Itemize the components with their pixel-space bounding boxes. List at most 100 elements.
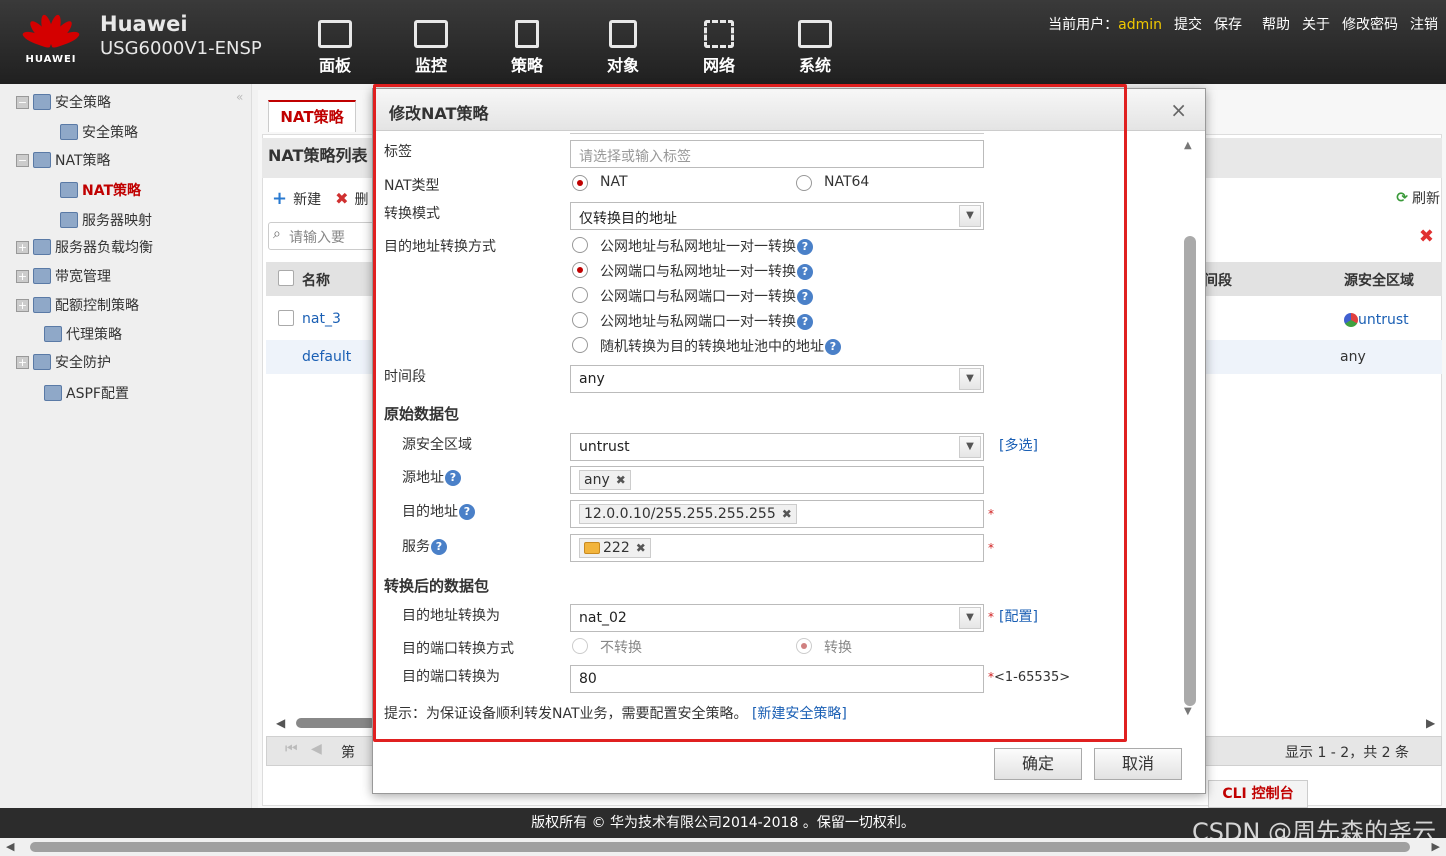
scroll-right-arrow-icon[interactable]: ▶ [1426,716,1435,730]
dst-to-select[interactable]: nat_02 ▼ [570,604,984,632]
close-icon[interactable]: × [1170,98,1187,122]
sidebar-item-security-protection[interactable]: + 安全防护 [16,352,111,372]
service-text: 服务 [402,539,430,555]
expand-toggle-icon[interactable]: + [16,240,29,254]
aspf-icon [44,385,62,401]
chevron-down-icon: ▼ [959,205,981,227]
dst-method-radio-5[interactable] [572,337,588,353]
tag-label: 标签 [384,144,412,160]
scroll-up-icon[interactable]: ▲ [1184,140,1192,151]
expand-toggle-icon[interactable]: + [16,355,29,369]
submit-link[interactable]: 提交 [1174,14,1202,34]
ok-button[interactable]: 确定 [994,748,1082,780]
nav-network[interactable]: 网络 [684,20,754,76]
dst-method-radio-2[interactable] [572,262,588,278]
dst-method-radio-4[interactable] [572,312,588,328]
port-to-label: 目的端口转换为 [402,669,500,685]
col-src-zone-header[interactable]: 源安全区域 [1344,270,1414,290]
scrollbar-thumb[interactable] [1184,236,1196,706]
select-all-checkbox[interactable] [278,270,294,286]
sidebar-item-security-policy[interactable]: 安全策略 [60,122,138,142]
nav-objects[interactable]: 对象 [588,20,658,76]
dialog-vertical-scrollbar[interactable]: ▲ ▼ [1184,140,1196,722]
scroll-left-arrow-icon[interactable]: ◀ [276,716,285,730]
sidebar-item-security-policy-group[interactable]: − 安全策略 [16,92,111,112]
change-password-link[interactable]: 修改密码 [1342,14,1398,34]
src-addr-input[interactable]: any ✖ [570,466,984,494]
table-row-name[interactable]: nat_3 [302,311,341,327]
nav-policy[interactable]: 策略 [492,20,562,76]
cancel-button[interactable]: 取消 [1094,748,1182,780]
cli-console-button[interactable]: CLI 控制台 [1208,780,1308,808]
about-link[interactable]: 关于 [1302,14,1330,34]
config-link[interactable]: [配置] [999,606,1038,626]
scroll-left-icon[interactable]: ◀ [6,840,14,853]
nat-type-nat64-radio[interactable] [796,175,812,191]
remove-chip-icon[interactable]: ✖ [636,541,646,555]
collapse-sidebar-icon[interactable]: « [236,90,243,104]
nav-network-label: 网络 [702,56,735,75]
help-link[interactable]: 帮助 [1262,14,1290,34]
port-to-input[interactable]: 80 [570,665,984,693]
multi-select-link[interactable]: [多选] [999,435,1038,455]
dst-method-radio-3[interactable] [572,287,588,303]
mode-select[interactable]: 仅转换目的地址 ▼ [570,202,984,230]
new-security-policy-link[interactable]: [新建安全策略] [752,706,847,722]
help-icon[interactable]: ? [797,264,813,280]
collapse-toggle-icon[interactable]: − [16,95,29,109]
new-button[interactable]: 新建 [293,189,321,209]
src-zone-select[interactable]: untrust ▼ [570,433,984,461]
sidebar-item-quota[interactable]: + 配额控制策略 [16,295,139,315]
expand-toggle-icon[interactable]: + [16,269,29,283]
sidebar-item-bandwidth[interactable]: + 带宽管理 [16,266,111,286]
scroll-down-icon[interactable]: ▼ [1184,706,1192,717]
scroll-right-icon[interactable]: ▶ [1432,840,1440,853]
help-icon[interactable]: ? [797,289,813,305]
row-checkbox[interactable] [278,310,294,326]
collapse-toggle-icon[interactable]: − [16,153,29,167]
help-icon[interactable]: ? [797,239,813,255]
tab-nat-policy[interactable]: NAT策略 [268,100,356,132]
help-icon[interactable]: ? [431,539,447,555]
help-icon[interactable]: ? [445,470,461,486]
refresh-button[interactable]: ⟳ 刷新 [1396,188,1440,208]
remove-chip-icon[interactable]: ✖ [782,507,792,521]
sidebar-item-proxy[interactable]: 代理策略 [44,324,122,344]
dst-to-value: nat_02 [579,610,627,626]
service-input[interactable]: 222 ✖ [570,534,984,562]
quota-icon [33,297,51,313]
sidebar-item-aspf[interactable]: ASPF配置 [44,383,129,403]
tag-input[interactable]: 请选择或输入标签 [570,140,984,168]
help-icon[interactable]: ? [825,339,841,355]
list-horizontal-scrollbar[interactable] [296,718,376,728]
col-time-header[interactable]: 间段 [1204,270,1232,290]
src-addr-text: 源地址 [402,470,444,486]
nav-monitor[interactable]: 监控 [396,20,466,76]
nav-dashboard[interactable]: 面板 [300,20,370,76]
dst-method-radio-1[interactable] [572,237,588,253]
sidebar-item-nat-policy[interactable]: NAT策略 [60,180,141,200]
first-page-icon[interactable]: ⏮ [285,741,298,757]
logout-link[interactable]: 注销 [1410,14,1438,34]
dst-addr-input[interactable]: 12.0.0.10/255.255.255.255 ✖ [570,500,984,528]
prev-page-icon[interactable]: ◀ [311,741,322,757]
col-name-header[interactable]: 名称 [302,270,330,290]
help-icon[interactable]: ? [459,504,475,520]
port-no-translate-radio[interactable] [572,638,588,654]
clear-filter-icon[interactable]: ✖ [1419,226,1434,247]
nav-system[interactable]: 系统 [780,20,850,76]
port-translate-radio[interactable] [796,638,812,654]
table-row-name[interactable]: default [302,349,351,365]
page-horizontal-scrollbar[interactable]: ◀ ▶ [0,838,1446,856]
scrollbar-thumb[interactable] [30,842,1410,852]
remove-chip-icon[interactable]: ✖ [616,473,626,487]
nat-type-nat-radio[interactable] [572,175,588,191]
sidebar-item-nat-policy-group[interactable]: − NAT策略 [16,150,111,170]
delete-button[interactable]: 删 [355,189,369,209]
expand-toggle-icon[interactable]: + [16,298,29,312]
sidebar-item-slb[interactable]: + 服务器负载均衡 [16,237,153,257]
save-link[interactable]: 保存 [1214,14,1242,34]
help-icon[interactable]: ? [797,314,813,330]
time-select[interactable]: any ▼ [570,365,984,393]
sidebar-item-server-mapping[interactable]: 服务器映射 [60,210,152,230]
